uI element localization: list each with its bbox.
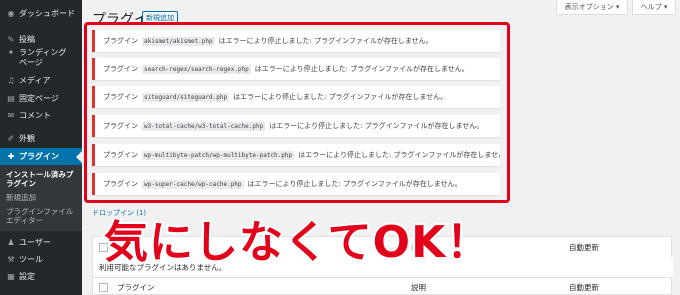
page-icon: ▤ bbox=[7, 94, 15, 103]
nav-tools[interactable]: ⚒ ツール bbox=[0, 255, 82, 265]
nav-label: コメント bbox=[19, 111, 51, 120]
nav-label: プラグイン bbox=[19, 152, 59, 161]
admin-sidebar: ◉ ダッシュボード ✎ 投稿 ✦ ランディングページ ♫ メディア ▤ 固定ペー… bbox=[0, 0, 82, 295]
nav-dashboard[interactable]: ◉ ダッシュボード bbox=[0, 9, 82, 19]
nav-label: ダッシュボード bbox=[19, 9, 75, 18]
nav-settings[interactable]: ▦ 設定 bbox=[0, 272, 82, 282]
nav-label: 投稿 bbox=[19, 35, 35, 44]
column-autoupdate: 自動更新 bbox=[569, 242, 599, 252]
nav-label: ランディングページ bbox=[19, 48, 67, 67]
nav-media[interactable]: ♫ メディア bbox=[0, 76, 82, 86]
media-icon: ♫ bbox=[7, 76, 15, 85]
nav-comments[interactable]: ✉ コメント bbox=[0, 111, 82, 121]
submenu-installed-plugins[interactable]: インストール済みプラグイン bbox=[6, 170, 80, 189]
submenu-add-new[interactable]: 新規追加 bbox=[6, 193, 80, 202]
nav-label: ツール bbox=[19, 255, 43, 264]
plugin-icon: ✚ bbox=[7, 152, 15, 161]
pin-icon: ✎ bbox=[7, 35, 15, 44]
nav-label: 設定 bbox=[19, 272, 35, 281]
nav-label: 外観 bbox=[19, 134, 35, 143]
nav-landing-page[interactable]: ✦ ランディングページ bbox=[0, 48, 80, 68]
nav-posts[interactable]: ✎ 投稿 bbox=[0, 35, 82, 45]
nav-pages[interactable]: ▤ 固定ページ bbox=[0, 94, 82, 104]
table-footer-row: プラグイン 説明 自動更新 bbox=[93, 277, 673, 295]
overlay-caption: 気にしなくてOK！ bbox=[102, 215, 492, 270]
tools-icon: ⚒ bbox=[7, 255, 15, 264]
nav-label: ユーザー bbox=[19, 238, 51, 247]
nav-appearance[interactable]: ✐ 外観 bbox=[0, 134, 82, 144]
nav-users[interactable]: ♟ ユーザー bbox=[0, 238, 82, 248]
help-button[interactable]: ヘルプ ▾ bbox=[632, 0, 676, 15]
highlight-box bbox=[84, 22, 510, 203]
dashboard-icon: ◉ bbox=[7, 9, 15, 18]
submenu-plugin-editor[interactable]: プラグインファイルエディター bbox=[6, 207, 80, 226]
column-plugin[interactable]: プラグイン bbox=[117, 282, 155, 293]
active-menu-arrow bbox=[76, 151, 82, 163]
column-description: 説明 bbox=[411, 283, 426, 292]
nav-label: 固定ページ bbox=[19, 94, 59, 103]
select-all-checkbox-footer[interactable] bbox=[99, 283, 108, 292]
plugins-submenu: インストール済みプラグイン 新規追加 プラグインファイルエディター bbox=[0, 165, 82, 231]
users-icon: ♟ bbox=[7, 238, 15, 247]
column-autoupdate-footer: 自動更新 bbox=[569, 283, 599, 292]
screen-options-button[interactable]: 表示オプション ▾ bbox=[556, 0, 628, 15]
nav-plugins[interactable]: ✚ プラグイン bbox=[0, 148, 82, 166]
appearance-icon: ✐ bbox=[7, 134, 15, 143]
nav-label: メディア bbox=[19, 76, 51, 85]
comment-icon: ✉ bbox=[7, 111, 15, 120]
landing-icon: ✦ bbox=[7, 48, 15, 57]
settings-icon: ▦ bbox=[7, 272, 15, 281]
